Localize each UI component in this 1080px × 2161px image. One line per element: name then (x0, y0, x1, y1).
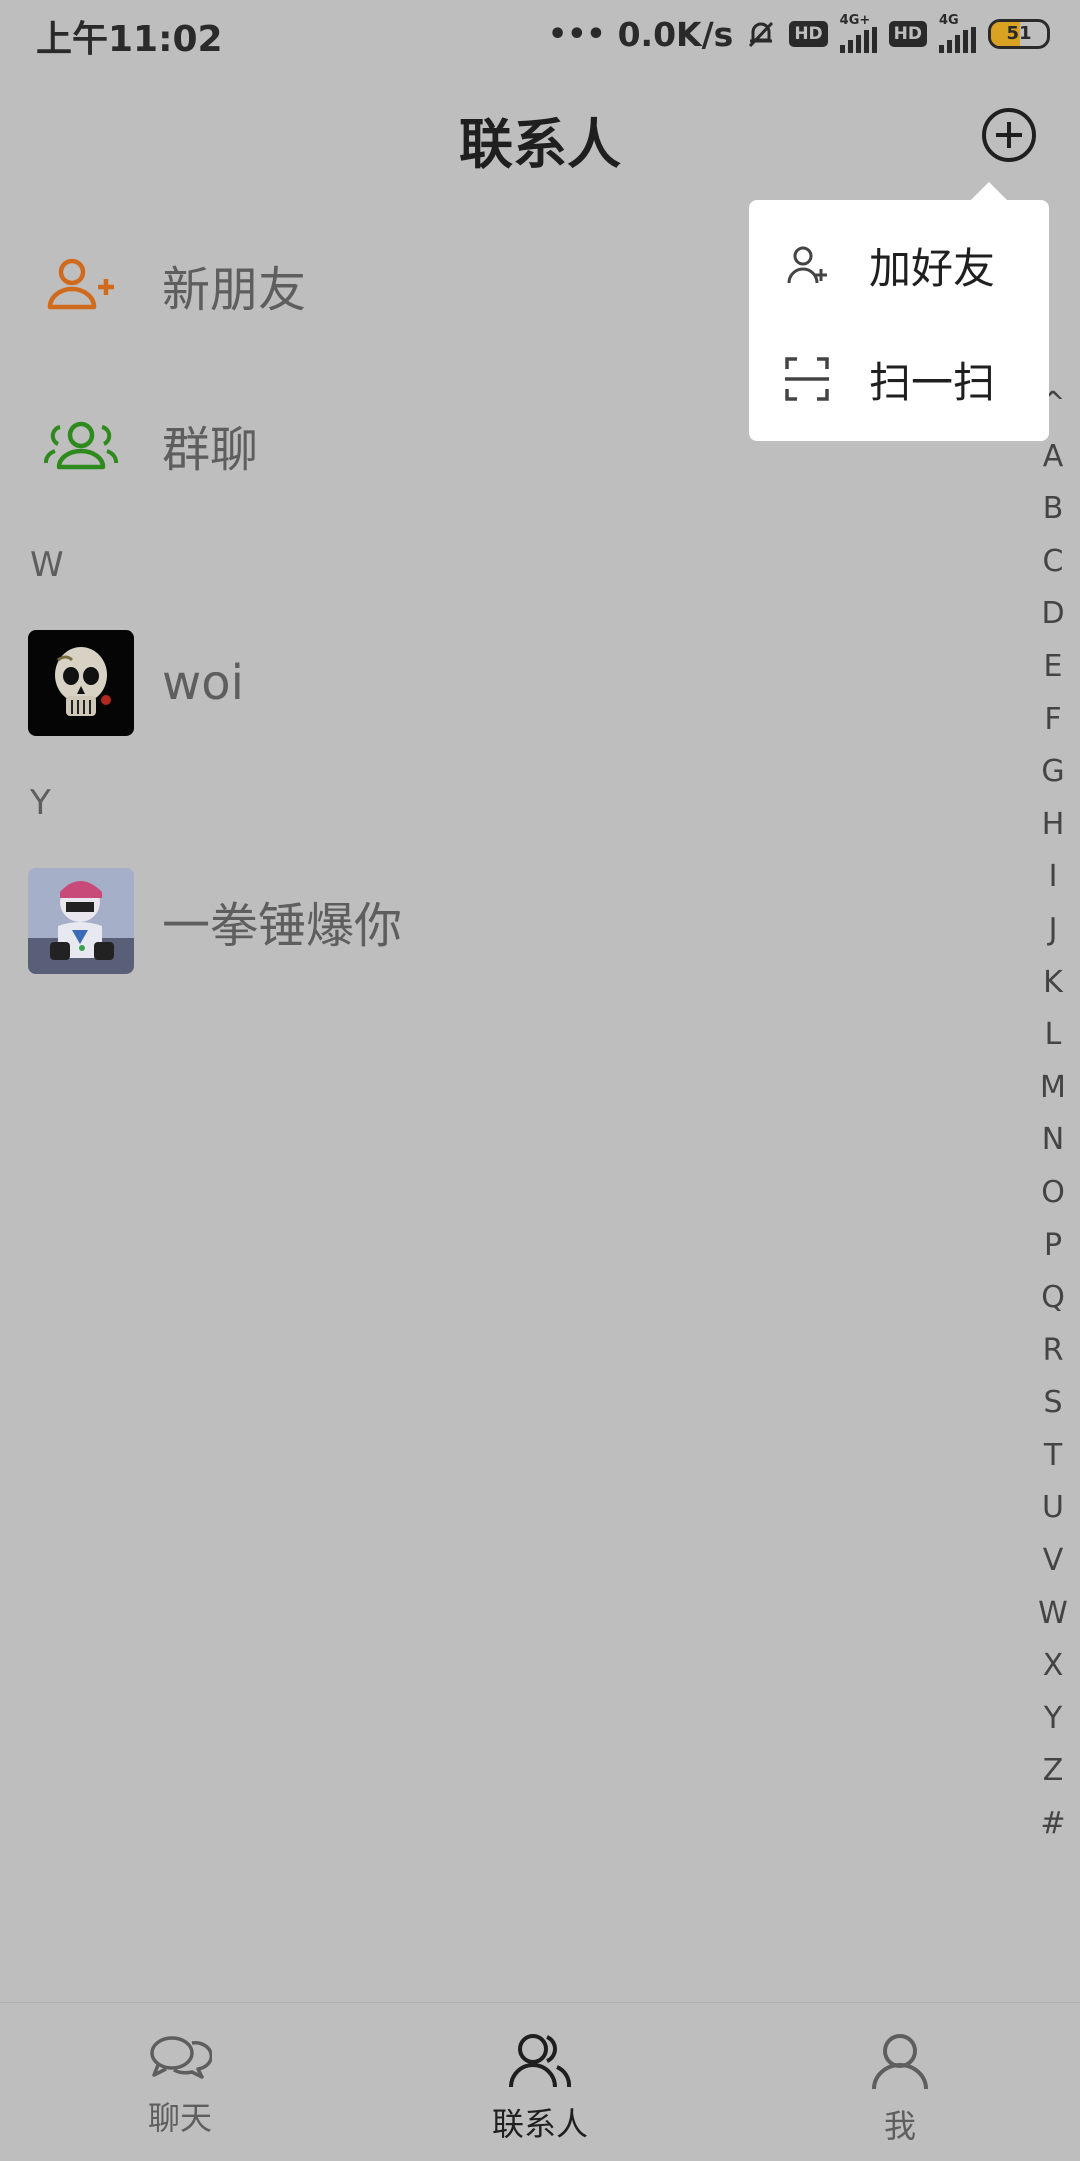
group-chat-label: 群聊 (162, 422, 259, 478)
index-letter[interactable]: Y (1038, 1693, 1068, 1746)
index-letter[interactable]: Z (1038, 1745, 1068, 1798)
index-letter[interactable]: H (1038, 799, 1068, 852)
skull-avatar-image (55, 647, 111, 716)
signal-bars-icon (939, 27, 976, 53)
index-letter[interactable]: U (1038, 1482, 1068, 1535)
index-letter[interactable]: # (1038, 1798, 1068, 1851)
scan-label: 扫一扫 (869, 357, 996, 407)
index-letter[interactable]: N (1038, 1114, 1068, 1167)
contact-item-woi[interactable]: woi (0, 630, 1040, 736)
scan-icon (785, 357, 829, 401)
contact-item-yiquan[interactable]: 一拳锤爆你 (0, 868, 1040, 974)
index-letter[interactable]: O (1038, 1167, 1068, 1220)
tab-me-label: 我 (883, 2107, 916, 2145)
contact-name: woi (162, 655, 244, 711)
hd-badge: HD (789, 21, 828, 47)
page-title: 联系人 (459, 113, 621, 176)
status-bar: 上午11:02 ••• 0.0K/s HD 4G+ HD 4G 51 (0, 0, 1080, 66)
alphabet-index-bar[interactable]: ^ A B C D E F G H I J K L M N O P Q R S T U V W X Y Z # (1038, 378, 1068, 1851)
index-letter[interactable]: E (1038, 641, 1068, 694)
index-letter[interactable]: J (1038, 904, 1068, 957)
tab-chat[interactable]: 聊天 (80, 2031, 280, 2139)
add-person-icon (28, 232, 134, 338)
section-header-w: W (30, 545, 64, 585)
section-header-y: Y (30, 783, 51, 823)
add-button[interactable] (982, 108, 1036, 162)
index-letter[interactable]: I (1038, 851, 1068, 904)
battery-icon: 51 (988, 19, 1050, 49)
index-letter[interactable]: G (1038, 746, 1068, 799)
index-letter[interactable]: L (1038, 1009, 1068, 1062)
signal-1-type: 4G+ (839, 13, 871, 28)
index-letter[interactable]: F (1038, 694, 1068, 747)
add-friend-menu-item[interactable]: 加好友 (749, 208, 1049, 322)
signal-1: 4G+ (839, 13, 877, 53)
add-friend-label: 加好友 (869, 243, 996, 293)
popup-menu: 加好友 扫一扫 (749, 182, 1049, 441)
signal-2-type: 4G (939, 13, 959, 28)
hd-badge-2: HD (888, 21, 927, 47)
battery-level: 51 (1006, 23, 1032, 44)
contact-name: 一拳锤爆你 (162, 898, 403, 954)
contacts-icon (509, 2034, 572, 2088)
index-letter[interactable]: D (1038, 588, 1068, 641)
signal-2: 4G (939, 13, 976, 53)
tab-chat-label: 聊天 (147, 2099, 212, 2137)
index-letter[interactable]: X (1038, 1640, 1068, 1693)
index-letter[interactable]: P (1038, 1220, 1068, 1273)
bottom-tab-bar: 聊天 联系人 我 (0, 2002, 1080, 2161)
index-letter[interactable]: T (1038, 1430, 1068, 1483)
index-letter[interactable]: K (1038, 957, 1068, 1010)
status-icons: ••• 0.0K/s HD 4G+ HD 4G 51 (548, 12, 1050, 56)
character-avatar-image (28, 868, 134, 974)
chat-icon (150, 2036, 214, 2079)
index-letter[interactable]: B (1038, 483, 1068, 536)
network-speed: 0.0K/s (617, 14, 734, 54)
index-letter[interactable]: S (1038, 1377, 1068, 1430)
add-friend-icon (787, 246, 827, 284)
index-letter[interactable]: M (1038, 1062, 1068, 1115)
new-friends-label: 新朋友 (162, 262, 307, 318)
index-letter[interactable]: Q (1038, 1272, 1068, 1325)
index-letter[interactable]: C (1038, 536, 1068, 589)
avatar (28, 630, 134, 736)
avatar (28, 868, 134, 974)
scan-menu-item[interactable]: 扫一扫 (749, 322, 1049, 436)
index-letter[interactable]: V (1038, 1535, 1068, 1588)
status-time: 上午11:02 (36, 19, 223, 60)
index-letter[interactable]: W (1038, 1588, 1068, 1641)
me-icon (872, 2034, 928, 2090)
tab-contacts-label: 联系人 (491, 2105, 588, 2143)
more-dots-icon: ••• (548, 16, 606, 52)
group-icon (28, 392, 134, 498)
tab-me[interactable]: 我 (800, 2031, 1000, 2147)
signal-bars-icon (839, 27, 877, 53)
tab-contacts[interactable]: 联系人 (440, 2031, 640, 2145)
mute-bell-icon (749, 21, 774, 48)
index-letter[interactable]: R (1038, 1325, 1068, 1378)
